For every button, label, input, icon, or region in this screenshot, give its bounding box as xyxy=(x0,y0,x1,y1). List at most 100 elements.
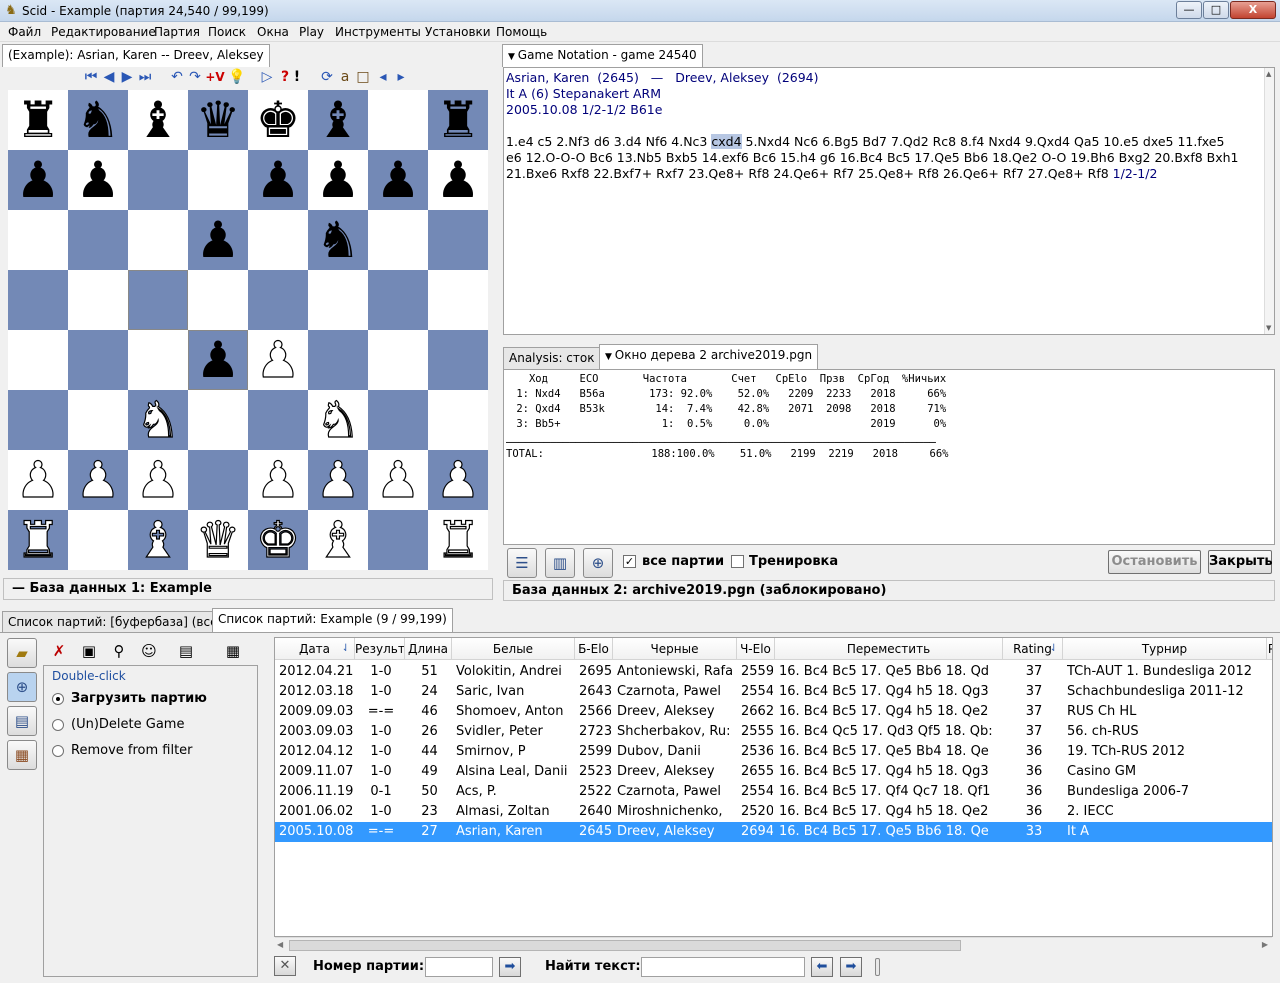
black-king-e8-icon[interactable]: ♚ xyxy=(248,90,308,150)
menu-help[interactable]: Помощь xyxy=(496,24,547,40)
square-c4[interactable] xyxy=(128,330,188,390)
square-h6[interactable] xyxy=(428,210,488,270)
filter-icon[interactable]: ▣ xyxy=(78,640,100,662)
back-game-icon[interactable]: ◂ xyxy=(374,67,392,87)
table-row[interactable]: 2009.11.07 1-0 49 Alsina Leal, Danii 2523 Dre… xyxy=(275,762,1272,782)
square-a6[interactable] xyxy=(8,210,68,270)
option-remove-filter[interactable]: Remove from filter xyxy=(71,741,193,761)
white-player[interactable]: Asrian, Karen xyxy=(506,70,589,85)
hint-icon[interactable]: 💡 xyxy=(228,67,246,87)
square-d5[interactable] xyxy=(188,270,248,330)
white-pawn-c2-icon[interactable]: ♟ xyxy=(128,450,188,510)
square-h5[interactable] xyxy=(428,270,488,330)
column-header-8[interactable]: Rating ⇃ xyxy=(1003,638,1063,660)
black-pawn-e7-icon[interactable]: ♟ xyxy=(248,150,308,210)
findtext-input[interactable] xyxy=(641,957,805,977)
zoom-icon[interactable]: ⊕ xyxy=(583,548,613,578)
column-header-0[interactable]: Дата ⇃ xyxy=(275,638,355,660)
square-g8[interactable] xyxy=(368,90,428,150)
white-rook-a1-icon[interactable]: ♜ xyxy=(8,510,68,570)
list-view-icon[interactable]: ☰ xyxy=(507,548,537,578)
square-e5[interactable] xyxy=(248,270,308,330)
white-pawn-b2-icon[interactable]: ♟ xyxy=(68,450,128,510)
table-row[interactable]: 2012.04.21 1-0 51 Volokitin, Andrei 2695 Anto… xyxy=(275,662,1272,682)
radio-undelete[interactable] xyxy=(52,719,64,731)
tree-row-3[interactable]: 3: Bb5+ 1: 0.5% 0.0% 2019 0% xyxy=(510,417,946,431)
menu-tools[interactable]: Инструменты xyxy=(335,24,421,40)
square-f5[interactable] xyxy=(308,270,368,330)
current-move[interactable]: cxd4 xyxy=(711,134,742,149)
table-row[interactable]: 2001.06.02 1-0 23 Almasi, Zoltan 2640 Miroshn… xyxy=(275,802,1272,822)
white-pawn-f2-icon[interactable]: ♟ xyxy=(308,450,368,510)
square-e6[interactable] xyxy=(248,210,308,270)
tab-gamelist-clipbase[interactable]: Список партий: [буфербаза] (все / 6) xyxy=(2,611,248,632)
square-d7[interactable] xyxy=(188,150,248,210)
progress-handle[interactable] xyxy=(875,958,880,976)
column-header-4[interactable]: Б-Elo xyxy=(575,638,613,660)
zoom-gamelist-icon[interactable]: ⊕ xyxy=(7,672,37,702)
scroll-right-icon[interactable]: ▶ xyxy=(1262,940,1268,949)
find-player-icon[interactable]: ☺ xyxy=(138,640,160,662)
scroll-down-icon[interactable]: ▼ xyxy=(1266,324,1271,332)
white-rook-h1-icon[interactable]: ♜ xyxy=(428,510,488,570)
black-pawn-h7-icon[interactable]: ♟ xyxy=(428,150,488,210)
square-h3[interactable] xyxy=(428,390,488,450)
square-b3[interactable] xyxy=(68,390,128,450)
tab-notation[interactable]: ▼ Game Notation - game 24540 xyxy=(502,44,703,67)
first-move-icon[interactable]: ⏮ xyxy=(82,67,100,87)
tree-row-1[interactable]: 1: Nxd4 B56a 173: 92.0% 52.0% 2209 2233 … xyxy=(510,387,946,401)
tab-gamelist-example[interactable]: Список партий: Example (9 / 99,199) xyxy=(212,608,453,632)
black-pawn-a7-icon[interactable]: ♟ xyxy=(8,150,68,210)
table-row[interactable]: 2012.04.12 1-0 44 Smirnov, P 2599 Dubov, Dani… xyxy=(275,742,1272,762)
minimize-button[interactable]: — xyxy=(1176,1,1202,19)
square-h4[interactable] xyxy=(428,330,488,390)
scroll-thumb[interactable] xyxy=(289,940,961,951)
square-f4[interactable] xyxy=(308,330,368,390)
forward-icon[interactable]: ▶ xyxy=(118,67,136,87)
square-a3[interactable] xyxy=(8,390,68,450)
menu-options[interactable]: Установки xyxy=(425,24,491,40)
square-g6[interactable] xyxy=(368,210,428,270)
white-bishop-c1-icon[interactable]: ♝ xyxy=(128,510,188,570)
table-row[interactable]: 2012.03.18 1-0 24 Saric, Ivan 2643 Czarnota, … xyxy=(275,682,1272,702)
black-bishop-c8-icon[interactable]: ♝ xyxy=(128,90,188,150)
tab-board[interactable]: (Example): Asrian, Karen -- Dreev, Aleks… xyxy=(2,44,270,67)
black-knight-b8-icon[interactable]: ♞ xyxy=(68,90,128,150)
radio-load-game[interactable] xyxy=(52,693,64,705)
square-b1[interactable] xyxy=(68,510,128,570)
goto-game-icon[interactable]: ➡ xyxy=(499,957,521,977)
coords-icon[interactable]: a xyxy=(336,67,354,87)
column-header-3[interactable]: Белые xyxy=(452,638,575,660)
moves-line-2[interactable]: e6 12.O-O-O Bc6 13.Nb5 Bxb5 14.exf6 Bc6 … xyxy=(506,150,1258,166)
option-load-game[interactable]: Загрузить партию xyxy=(71,689,207,709)
column-header-7[interactable]: Переместить xyxy=(775,638,1003,660)
black-pawn-b7-icon[interactable]: ♟ xyxy=(68,150,128,210)
graph-icon[interactable]: ▥ xyxy=(545,548,575,578)
column-header-6[interactable]: Ч-Elo xyxy=(737,638,775,660)
table-row[interactable]: 2003.09.03 1-0 26 Svidler, Peter 2723 Shcherb… xyxy=(275,722,1272,742)
material-icon[interactable]: □ xyxy=(354,67,372,87)
clear-filter-icon[interactable]: ✕ xyxy=(274,956,296,976)
last-move-icon[interactable]: ⏭ xyxy=(136,67,154,87)
black-queen-d8-icon[interactable]: ♛ xyxy=(188,90,248,150)
gamenum-input[interactable] xyxy=(425,957,493,977)
black-player[interactable]: Dreev, Aleksey xyxy=(675,70,769,85)
white-pawn-e4-icon[interactable]: ♟ xyxy=(248,330,308,390)
table-row[interactable]: 2009.09.03 =-= 46 Shomoev, Anton 2566 Dreev, … xyxy=(275,702,1272,722)
white-knight-f3-icon[interactable]: ♞ xyxy=(308,390,368,450)
chess-board[interactable]: ♜ ♞ ♝ ♛ ♚ ♝ ♜ ♟ ♟ ♟ ♟ ♟ ♟ ♟ ♞ ♟ ♟ ♞ ♞ ♟ ♟ ♟ ♟ ♟ ♟ ♟ ♜ ♝ ♛ ♚ ♝ ♜ xyxy=(8,90,488,570)
square-b5[interactable] xyxy=(68,270,128,330)
all-games-checkbox[interactable]: ✓ xyxy=(623,555,636,568)
menu-edit[interactable]: Редактирование xyxy=(51,24,156,40)
maximize-button[interactable]: □ xyxy=(1203,1,1229,19)
menu-search[interactable]: Поиск xyxy=(208,24,246,40)
notation-scrollbar[interactable]: ▲ ▼ xyxy=(1264,68,1274,334)
stop-button[interactable]: Остановить xyxy=(1108,550,1201,574)
close-tree-button[interactable]: Закрыть xyxy=(1208,550,1273,574)
back-icon[interactable]: ◀ xyxy=(100,67,118,87)
column-header-1[interactable]: Результ xyxy=(355,638,405,660)
option-undelete[interactable]: (Un)Delete Game xyxy=(71,715,184,735)
delete-game-icon[interactable]: ✗ xyxy=(48,640,70,662)
column-header-9[interactable]: Турнир xyxy=(1063,638,1267,660)
export-icon[interactable]: ▤ xyxy=(175,640,197,662)
